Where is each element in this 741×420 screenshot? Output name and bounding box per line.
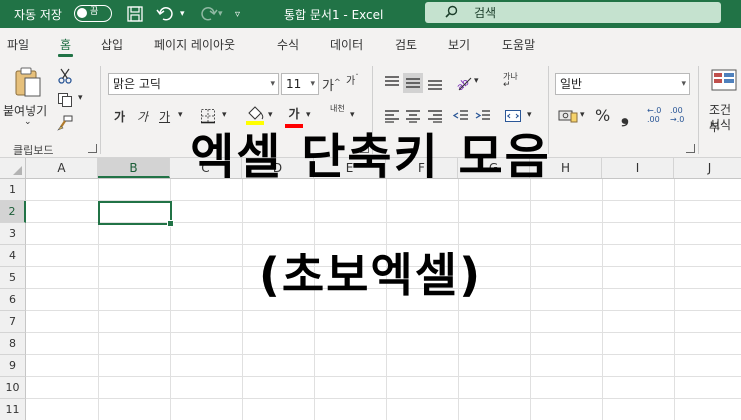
phonetic-label: 내천 <box>330 104 345 113</box>
gridline-horizontal <box>26 376 741 377</box>
cut-icon[interactable] <box>56 67 74 85</box>
row-header-2[interactable]: 2 <box>0 201 26 223</box>
align-center-icon[interactable] <box>403 106 423 126</box>
copy-dropdown-icon[interactable]: ▾ <box>78 93 83 103</box>
number-format-value: 일반 <box>560 77 583 91</box>
borders-dropdown-icon[interactable]: ▾ <box>222 110 227 120</box>
italic-button[interactable]: 가 <box>137 108 148 125</box>
borders-icon[interactable] <box>198 106 218 126</box>
merge-center-icon[interactable] <box>502 106 524 126</box>
font-name-combo[interactable]: 맑은 고딕 ▾ <box>108 73 279 95</box>
gridline-horizontal <box>26 310 741 311</box>
underline-button[interactable]: 가 <box>159 108 170 125</box>
tab-review[interactable]: 검토 <box>395 28 417 62</box>
orientation-icon[interactable]: ab <box>452 71 474 93</box>
tab-insert[interactable]: 삽입 <box>101 28 123 62</box>
chevron-down-icon: ▾ <box>681 79 686 89</box>
row-header-7[interactable]: 7 <box>0 311 26 333</box>
phonetic-dropdown-icon[interactable]: ▾ <box>350 110 355 120</box>
accounting-format-icon[interactable] <box>557 106 579 126</box>
font-color-glyph: 가 <box>288 107 300 121</box>
align-left-icon[interactable] <box>382 106 402 126</box>
accounting-dropdown-icon[interactable]: ▾ <box>580 110 585 120</box>
undo-icon[interactable] <box>156 0 178 28</box>
conditional-formatting-icon[interactable] <box>710 68 738 92</box>
percent-button[interactable]: % <box>595 106 610 125</box>
row-header-3[interactable]: 3 <box>0 223 26 245</box>
tab-help[interactable]: 도움말 <box>502 28 535 62</box>
font-size-combo[interactable]: 11 ▾ <box>281 73 319 95</box>
active-cell-b2[interactable] <box>98 201 174 227</box>
fill-color-icon[interactable] <box>244 104 266 126</box>
customize-qat-icon[interactable]: ▿ <box>235 0 240 28</box>
chevron-down-icon: ▾ <box>310 79 315 89</box>
align-right-icon[interactable] <box>425 106 445 126</box>
font-shrink-button[interactable]: 가ˇ <box>346 72 359 87</box>
search-placeholder: 검색 <box>474 6 497 20</box>
row-header-9[interactable]: 9 <box>0 355 26 377</box>
tab-page-layout[interactable]: 페이지 레이아웃 <box>154 28 235 62</box>
tab-home[interactable]: 홈 <box>57 28 74 62</box>
search-box[interactable]: 검색 <box>425 2 721 23</box>
number-format-combo[interactable]: 일반 ▾ <box>555 73 690 95</box>
tab-formulas[interactable]: 수식 <box>277 28 299 62</box>
autosave-label: 자동 저장 <box>14 7 62 22</box>
tab-file[interactable]: 파일 <box>7 28 29 62</box>
comma-button[interactable]: ❟ <box>621 103 629 127</box>
row-header-11[interactable]: 11 <box>0 399 26 420</box>
row-header-8[interactable]: 8 <box>0 333 26 355</box>
redo-dropdown-icon[interactable]: ▾ <box>218 0 223 28</box>
gridline-horizontal <box>26 398 741 399</box>
increase-decimal-button[interactable]: ←.0 .00 <box>647 106 669 124</box>
tab-view[interactable]: 보기 <box>448 28 470 62</box>
font-grow-label: 가 <box>322 79 334 94</box>
document-title: 통합 문서1 - Excel <box>284 7 384 22</box>
autosave-toggle[interactable]: 끔 <box>74 5 112 22</box>
increase-indent-icon[interactable] <box>473 106 493 126</box>
fill-color-dropdown-icon[interactable]: ▾ <box>268 110 273 120</box>
align-top-icon[interactable] <box>382 73 402 93</box>
gridline-horizontal <box>26 354 741 355</box>
autosave-state: 끔 <box>90 7 99 17</box>
row-header-10[interactable]: 10 <box>0 377 26 399</box>
phonetic-button[interactable]: 내천 <box>330 104 348 113</box>
decrease-indent-icon[interactable] <box>451 106 471 126</box>
decrease-decimal-button[interactable]: .00 →.0 <box>670 106 692 124</box>
toggle-knob <box>77 8 87 18</box>
font-grow-button[interactable]: 가^ <box>322 75 341 94</box>
font-size-value: 11 <box>286 77 302 91</box>
undo-dropdown-icon[interactable]: ▾ <box>180 0 185 28</box>
chevron-down-icon: ▾ <box>270 79 275 89</box>
excel-window: 자동 저장 끔 ▾ ▾ ▿ 통합 문서1 - Excel 검색 파일 홈 삽입 … <box>0 0 741 420</box>
title-bar: 자동 저장 끔 ▾ ▾ ▿ 통합 문서1 - Excel 검색 <box>0 0 741 28</box>
underline-dropdown-icon[interactable]: ▾ <box>178 110 183 120</box>
align-middle-icon[interactable] <box>403 73 423 93</box>
save-icon[interactable] <box>126 0 144 28</box>
font-color-dropdown-icon[interactable]: ▾ <box>306 110 311 120</box>
copy-icon[interactable] <box>56 91 74 109</box>
redo-icon[interactable] <box>196 0 218 28</box>
overlay-subtitle: (초보엑셀) <box>258 248 483 302</box>
tab-data[interactable]: 데이터 <box>330 28 363 62</box>
search-icon <box>445 5 458 21</box>
ribbon-tabs: 파일 홈 삽입 페이지 레이아웃 수식 데이터 검토 보기 도움말 <box>0 28 741 62</box>
wrap-text-button[interactable]: 가나 ↵ <box>503 72 519 90</box>
gridline-horizontal <box>26 332 741 333</box>
font-name-value: 맑은 고딕 <box>113 77 161 91</box>
overlay-title: 엑셀 단축키 모음 <box>190 129 551 185</box>
svg-text:ab: ab <box>455 77 472 92</box>
orientation-dropdown-icon[interactable]: ▾ <box>474 76 479 86</box>
paste-icon[interactable] <box>12 66 44 98</box>
bold-button[interactable]: 가 <box>114 108 125 125</box>
align-bottom-icon[interactable] <box>425 73 445 93</box>
merge-dropdown-icon[interactable]: ▾ <box>527 110 532 120</box>
font-color-button[interactable]: 가 <box>285 105 303 128</box>
